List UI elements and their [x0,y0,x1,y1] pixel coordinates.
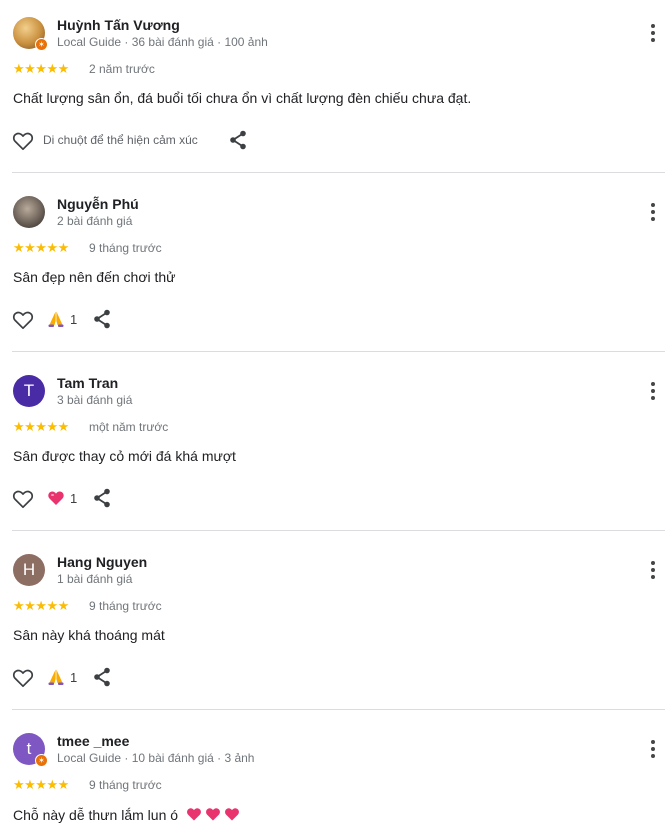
reviewer-meta: 1 bài đánh giá [57,572,133,586]
avatar[interactable] [13,196,45,228]
local-guide-badge-icon: ✶ [35,754,48,767]
like-heart-icon[interactable] [12,489,34,509]
local-guide-badge-icon: ✶ [35,38,48,51]
star-rating: ★★★★★ [13,240,69,255]
reaction-count: 1 [70,312,78,327]
review-text-container: Chỗ này dễ thưn lắm lun ó [13,806,242,823]
reviewer-meta: Local Guide · 36 bài đánh giá · 100 ảnh [57,35,268,49]
star-rating: ★★★★★ [13,777,69,792]
more-options-icon[interactable] [646,22,660,44]
more-options-icon[interactable] [646,559,660,581]
avatar[interactable]: T [13,375,45,407]
star-rating: ★★★★★ [13,419,69,434]
heart-icon[interactable] [47,489,65,507]
more-options-icon[interactable] [646,380,660,402]
divider [12,351,665,352]
reviewer-name[interactable]: Nguyễn Phú [57,196,139,212]
like-heart-icon[interactable] [12,131,34,151]
review-time: một năm trước [89,420,169,434]
share-icon[interactable] [229,130,247,150]
share-icon[interactable] [93,309,111,329]
review-time: 9 tháng trước [89,599,162,613]
review-time: 2 năm trước [89,62,155,76]
pray-icon[interactable] [47,310,65,328]
review-text: Sân được thay cỏ mới đá khá mượt [13,448,236,464]
reaction-count: 1 [70,670,78,685]
avatar-letter: t [26,739,32,758]
like-heart-icon[interactable] [12,668,34,688]
divider [12,709,665,710]
more-options-icon[interactable] [646,738,660,760]
divider [12,530,665,531]
reviewer-name[interactable]: tmee _mee [57,733,129,749]
reaction-count: 1 [70,491,78,506]
reviewer-name[interactable]: Hang Nguyen [57,554,147,570]
review-time: 9 tháng trước [89,778,162,792]
heart-emoji-icon [186,808,239,821]
pray-icon[interactable] [47,668,65,686]
review-time: 9 tháng trước [89,241,162,255]
like-heart-icon[interactable] [12,310,34,330]
reviewer-meta: 2 bài đánh giá [57,214,133,228]
avatar[interactable]: H [13,554,45,586]
star-rating: ★★★★★ [13,598,69,613]
share-icon[interactable] [93,488,111,508]
more-options-icon[interactable] [646,201,660,223]
review-text: Sân này khá thoáng mát [13,627,165,643]
avatar[interactable]: ✶ [13,17,48,51]
review-text: Sân đẹp nên đến chơi thử [13,269,176,285]
reaction-hint: Di chuột để thể hiện cảm xúc [43,133,198,147]
share-icon[interactable] [93,667,111,687]
divider [12,172,665,173]
reviewer-name[interactable]: Huỳnh Tấn Vương [57,17,180,33]
review-text: Chỗ này dễ thưn lắm lun ó [13,807,179,823]
reviewer-name[interactable]: Tam Tran [57,375,118,391]
review-text: Chất lượng sân ổn, đá buổi tối chưa ổn v… [13,90,472,106]
reviewer-meta: Local Guide · 10 bài đánh giá · 3 ảnh [57,751,255,765]
star-rating: ★★★★★ [13,61,69,76]
reviewer-meta: 3 bài đánh giá [57,393,133,407]
avatar[interactable]: t ✶ [13,733,48,767]
